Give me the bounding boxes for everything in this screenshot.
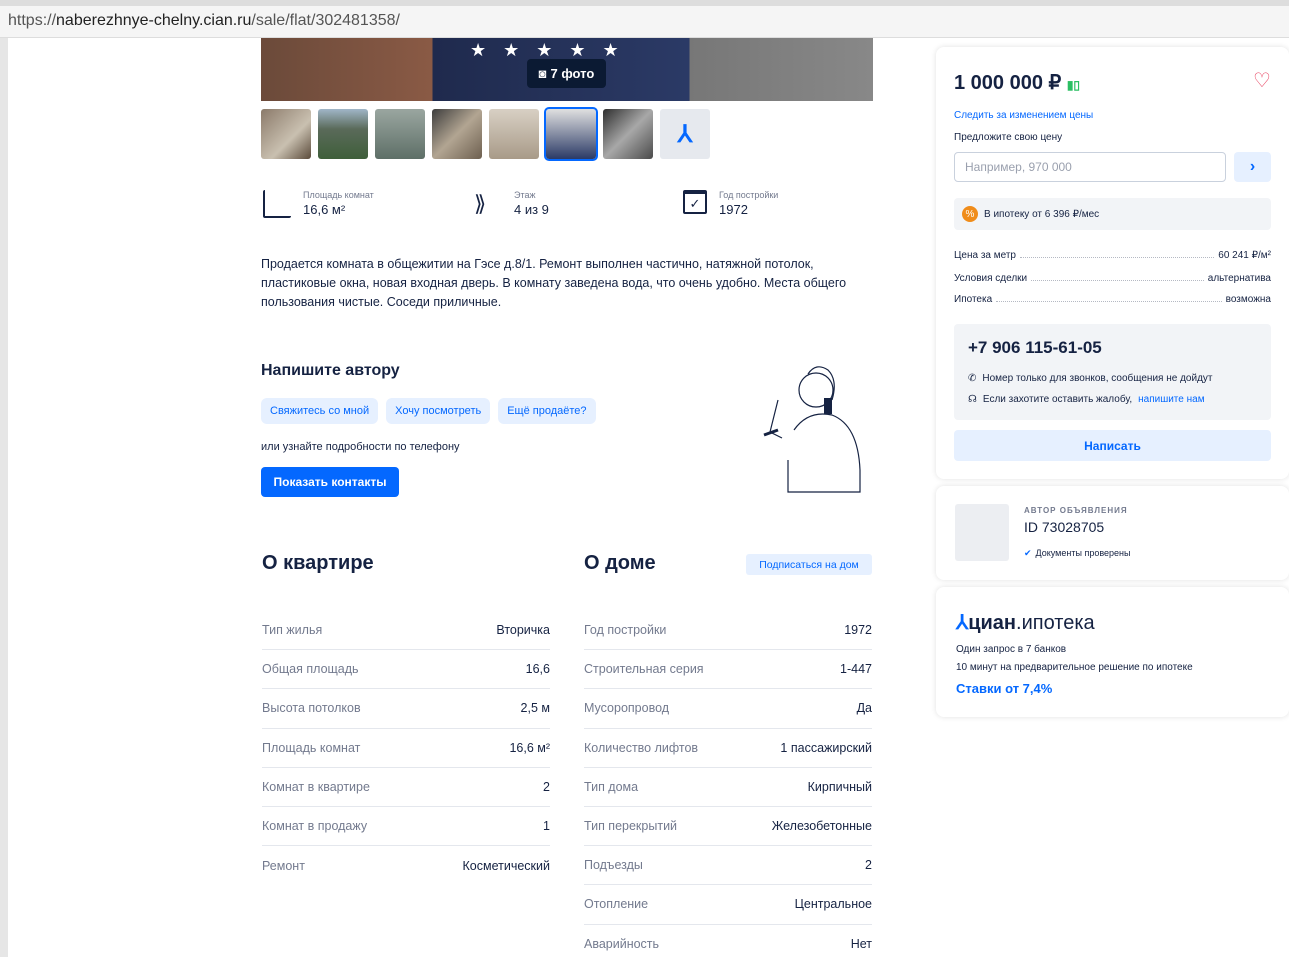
- table-row: Аварийность Нет: [584, 937, 872, 952]
- about-house-title: О доме: [584, 552, 656, 574]
- docs-checked: Документы проверены: [1035, 548, 1131, 558]
- url-path: /sale/flat/302481358/: [251, 12, 400, 29]
- url-host: naberezhnye-chelny.cian.ru: [56, 12, 252, 29]
- offer-submit-button[interactable]: ›: [1234, 152, 1271, 182]
- table-row: Тип дома Кирпичный: [584, 768, 872, 807]
- offer-label: Предложите свою цену: [954, 132, 1063, 143]
- chip-want-see[interactable]: Хочу посмотреть: [386, 398, 491, 424]
- thumbnail[interactable]: [489, 109, 539, 159]
- calendar-icon: ✓: [683, 190, 707, 214]
- promo-line-1: Один запрос в 7 банков: [956, 644, 1067, 655]
- param-row: Ипотека возможна: [954, 294, 1271, 305]
- photo-count-button[interactable]: ◙ 7 фото: [527, 59, 606, 88]
- author-label: АВТОР ОБЪЯВЛЕНИЯ: [1024, 506, 1128, 515]
- cian-mortgage-logo: ⅄циан.ипотека: [956, 612, 1095, 634]
- author-avatar: [955, 504, 1009, 561]
- thumbnail[interactable]: [375, 109, 425, 159]
- mortgage-icon: %: [962, 206, 978, 222]
- feature-value: 16,6 м²: [303, 202, 346, 217]
- write-author-title: Напишите автору: [261, 362, 400, 379]
- mortgage-banner[interactable]: % В ипотеку от 6 396 ₽/мес: [954, 198, 1271, 230]
- phone-number[interactable]: +7 906 115-61-05: [968, 338, 1102, 358]
- author-id[interactable]: ID 73028705: [1024, 519, 1104, 535]
- phone-icon: ✆: [968, 373, 977, 384]
- subscribe-house-button[interactable]: Подписаться на дом: [746, 554, 872, 575]
- table-row: Строительная серия 1-447: [584, 650, 872, 690]
- cian-logo-icon: ⅄: [677, 120, 693, 148]
- thumbnail[interactable]: [261, 109, 311, 159]
- feature-year: ✓ Год постройки 1972: [683, 190, 778, 217]
- table-row: Площадь комнат 16,6 м²: [262, 729, 550, 768]
- left-edge: [0, 38, 8, 957]
- table-row: Подъезды 2: [584, 846, 872, 886]
- table-row: Высота потолков 2,5 м: [262, 689, 550, 729]
- chevron-right-icon: ›: [1249, 158, 1256, 175]
- param-row: Цена за метр 60 241 ₽/м²: [954, 250, 1271, 261]
- table-row: Общая площадь 16,6: [262, 650, 550, 690]
- offer-price-input[interactable]: Например, 970 000: [954, 152, 1226, 182]
- watch-price-link[interactable]: Следить за изменением цены: [954, 110, 1093, 121]
- description: Продается комната в общежитии на Гэсе д.…: [261, 257, 847, 309]
- flag-stars: ★ ★ ★ ★ ★: [470, 40, 625, 60]
- favorite-heart-icon[interactable]: ♡: [1253, 68, 1271, 93]
- camera-icon: ◙: [538, 66, 547, 81]
- chip-still-selling[interactable]: Ещё продаёте?: [498, 398, 596, 424]
- thumbnail[interactable]: [603, 109, 653, 159]
- flat-table: Тип жилья Вторичка Общая площадь 16,6 Высо…: [262, 611, 550, 885]
- table-row: Тип перекрытий Железобетонные: [584, 807, 872, 847]
- price-chart-icon[interactable]: ▮▯: [1067, 78, 1080, 92]
- feature-value: 1972: [719, 202, 748, 217]
- price: 1 000 000 ₽ ▮▯: [954, 72, 1081, 94]
- param-row: Условия сделки альтернатива: [954, 273, 1271, 284]
- thumbnail-strip: ⅄: [261, 107, 710, 161]
- area-icon: [263, 190, 291, 218]
- table-row: Комнат в квартире 2: [262, 768, 550, 807]
- thumbnail[interactable]: [432, 109, 482, 159]
- rates-link[interactable]: Ставки от 7,4%: [956, 681, 1052, 696]
- table-row: Отопление Центральное: [584, 885, 872, 925]
- promo-line-2: 10 минут на предварительное решение по и…: [956, 662, 1193, 673]
- or-phone-text: или узнайте подробности по телефону: [261, 441, 460, 453]
- headset-icon: ☊: [968, 394, 977, 405]
- feature-floor: ⟫ Этаж 4 из 9: [474, 190, 549, 218]
- thumbnail-selected[interactable]: [544, 107, 598, 161]
- house-table: Год постройки 1972 Строительная серия 1-44…: [584, 611, 872, 964]
- calls-only-note: Номер только для звонков, сообщения не д…: [982, 373, 1213, 384]
- table-row: Год постройки 1972: [584, 611, 872, 651]
- table-row: Мусоропровод Да: [584, 689, 872, 729]
- map-thumbnail[interactable]: ⅄: [660, 109, 710, 159]
- girl-illustration: [763, 366, 861, 493]
- table-row: Комнат в продажу 1: [262, 807, 550, 847]
- complaint-note: Если захотите оставить жалобу,: [982, 394, 1133, 405]
- complaint-link[interactable]: напишите нам: [1138, 394, 1204, 405]
- table-row: Тип жилья Вторичка: [262, 611, 550, 651]
- verified-icon: ✔: [1024, 548, 1032, 558]
- feature-label: Год постройки: [719, 190, 779, 200]
- table-row: Ремонт Косметический: [262, 858, 550, 873]
- quick-messages: Свяжитесь со мной Хочу посмотреть Ещё пр…: [261, 398, 596, 424]
- feature-area: Площадь комнат 16,6 м²: [263, 190, 374, 218]
- feature-label: Этаж: [514, 190, 536, 200]
- feature-label: Площадь комнат: [303, 190, 374, 200]
- thumbnail[interactable]: [318, 109, 368, 159]
- table-row: Количество лифтов 1 пассажирский: [584, 729, 872, 768]
- stairs-icon: ⟫: [474, 191, 487, 216]
- feature-value: 4 из 9: [514, 202, 549, 217]
- cian-logo-icon: ⅄: [956, 612, 969, 634]
- show-contacts-button[interactable]: Показать контакты: [261, 467, 399, 497]
- url-prefix: https://: [8, 12, 57, 29]
- address-bar[interactable]: https://naberezhnye-chelny.cian.ru/sale/…: [0, 0, 1289, 38]
- phone-box: +7 906 115-61-05 ✆ Номер только для звонк…: [954, 324, 1271, 420]
- about-flat-title: О квартире: [262, 552, 374, 574]
- write-button[interactable]: Написать: [954, 430, 1271, 461]
- chip-contact-me[interactable]: Свяжитесь со мной: [261, 398, 379, 424]
